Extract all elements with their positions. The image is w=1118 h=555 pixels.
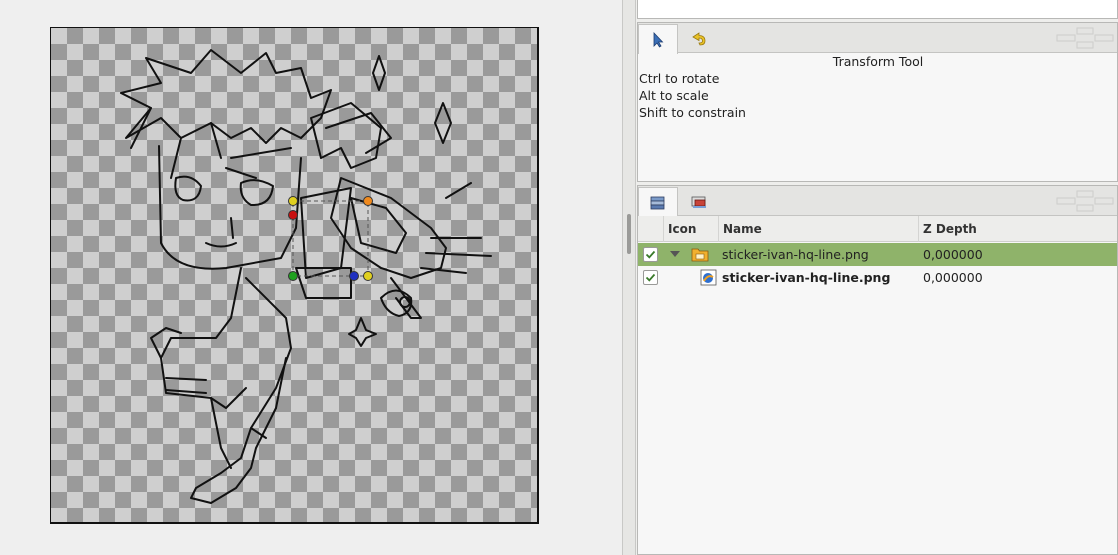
layer-z-depth[interactable]: 0,000000	[923, 243, 983, 266]
tab-library[interactable]	[679, 187, 719, 217]
layers-tabbar	[638, 186, 1117, 217]
checkmark-icon	[645, 250, 656, 259]
layer-row-image[interactable]: sticker-ivan-hq-line.png 0,000000	[638, 266, 1117, 289]
layer-visibility-checkbox[interactable]	[643, 247, 658, 262]
layer-visibility-checkbox[interactable]	[643, 270, 658, 285]
tool-title: Transform Tool	[832, 54, 924, 69]
column-z-depth[interactable]: Z Depth	[918, 216, 1117, 242]
hint-constrain: Shift to constrain	[639, 105, 746, 120]
expand-arrow-icon[interactable]	[668, 247, 682, 261]
layers-dock: Icon Name Z Depth sticker-ivan-hq-line.p…	[637, 185, 1118, 555]
column-icon[interactable]: Icon	[663, 216, 718, 242]
tool-options-tabbar	[638, 23, 1117, 54]
top-dock-panel	[637, 0, 1118, 19]
hint-rotate: Ctrl to rotate	[639, 71, 720, 86]
folder-icon	[691, 248, 709, 262]
artwork-lineart	[120, 49, 492, 504]
layer-name[interactable]: sticker-ivan-hq-line.png	[722, 243, 869, 266]
history-icon	[692, 32, 706, 46]
layer-row-group[interactable]: sticker-ivan-hq-line.png 0,000000	[638, 243, 1117, 266]
tab-tool-options[interactable]	[638, 24, 678, 54]
image-layer-icon	[700, 269, 717, 286]
dock-grip-icon[interactable]	[1055, 190, 1115, 212]
layer-name[interactable]: sticker-ivan-hq-line.png	[722, 266, 890, 289]
canvas-work-area[interactable]	[0, 0, 622, 555]
panel-splitter[interactable]	[622, 0, 636, 555]
layer-z-depth[interactable]: 0,000000	[923, 266, 983, 289]
tool-options-dock: Transform Tool Ctrl to rotate Alt to sca…	[637, 22, 1118, 182]
layers-icon	[650, 196, 665, 209]
library-icon	[691, 196, 706, 208]
column-name[interactable]: Name	[718, 216, 918, 242]
tab-history[interactable]	[679, 24, 719, 54]
hint-scale: Alt to scale	[639, 88, 709, 103]
splitter-grip[interactable]	[627, 214, 631, 254]
dock-grip-icon[interactable]	[1055, 27, 1115, 49]
tab-layers[interactable]	[638, 187, 678, 217]
layers-table-header: Icon Name Z Depth	[638, 216, 1117, 242]
checkmark-icon	[645, 273, 656, 282]
arrow-cursor-icon	[653, 31, 664, 48]
canvas[interactable]	[50, 27, 539, 524]
